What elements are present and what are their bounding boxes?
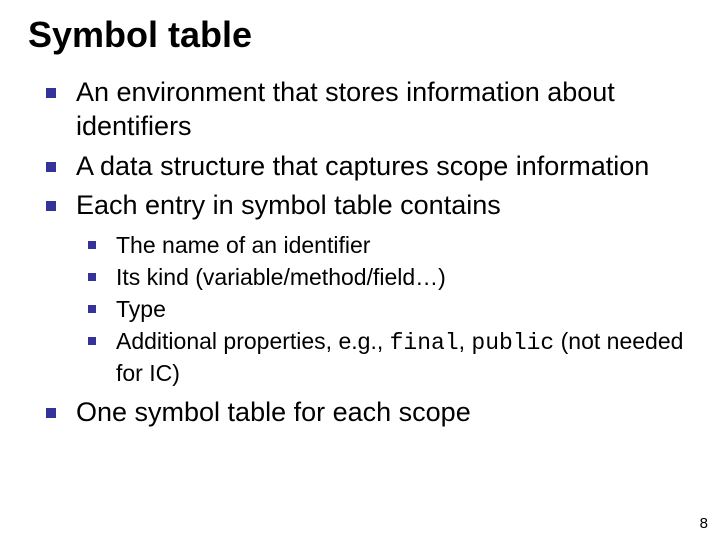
list-item: Type <box>76 295 692 325</box>
code-text: public <box>471 330 554 356</box>
list-item: An environment that stores information a… <box>28 76 692 144</box>
square-bullet-icon <box>46 201 56 211</box>
list-item: Each entry in symbol table contains The … <box>28 189 692 388</box>
square-bullet-icon <box>88 241 96 249</box>
bullet-text: Its kind (variable/method/field…) <box>116 264 446 290</box>
list-item: Its kind (variable/method/field…) <box>76 263 692 293</box>
slide-title: Symbol table <box>28 14 692 56</box>
text-fragment: , <box>459 328 472 354</box>
list-item: A data structure that captures scope inf… <box>28 150 692 184</box>
bullet-text: Additional properties, e.g., final, publ… <box>116 328 683 386</box>
square-bullet-icon <box>46 162 56 172</box>
list-item: One symbol table for each scope <box>28 396 692 430</box>
bullet-text: A data structure that captures scope inf… <box>76 151 649 181</box>
square-bullet-icon <box>88 273 96 281</box>
list-item: Additional properties, e.g., final, publ… <box>76 327 692 389</box>
square-bullet-icon <box>88 305 96 313</box>
square-bullet-icon <box>88 337 96 345</box>
list-item: The name of an identifier <box>76 231 692 261</box>
bullet-text: An environment that stores information a… <box>76 77 615 141</box>
bullet-text: Type <box>116 296 166 322</box>
bullet-list-level1: An environment that stores information a… <box>28 76 692 430</box>
slide: Symbol table An environment that stores … <box>0 0 720 540</box>
square-bullet-icon <box>46 88 56 98</box>
page-number: 8 <box>700 515 708 532</box>
text-fragment: Additional properties, e.g., <box>116 328 390 354</box>
bullet-list-level2: The name of an identifier Its kind (vari… <box>76 231 692 388</box>
bullet-text: One symbol table for each scope <box>76 397 471 427</box>
bullet-text: The name of an identifier <box>116 232 370 258</box>
square-bullet-icon <box>46 408 56 418</box>
code-text: final <box>390 330 459 356</box>
bullet-text: Each entry in symbol table contains <box>76 190 501 220</box>
